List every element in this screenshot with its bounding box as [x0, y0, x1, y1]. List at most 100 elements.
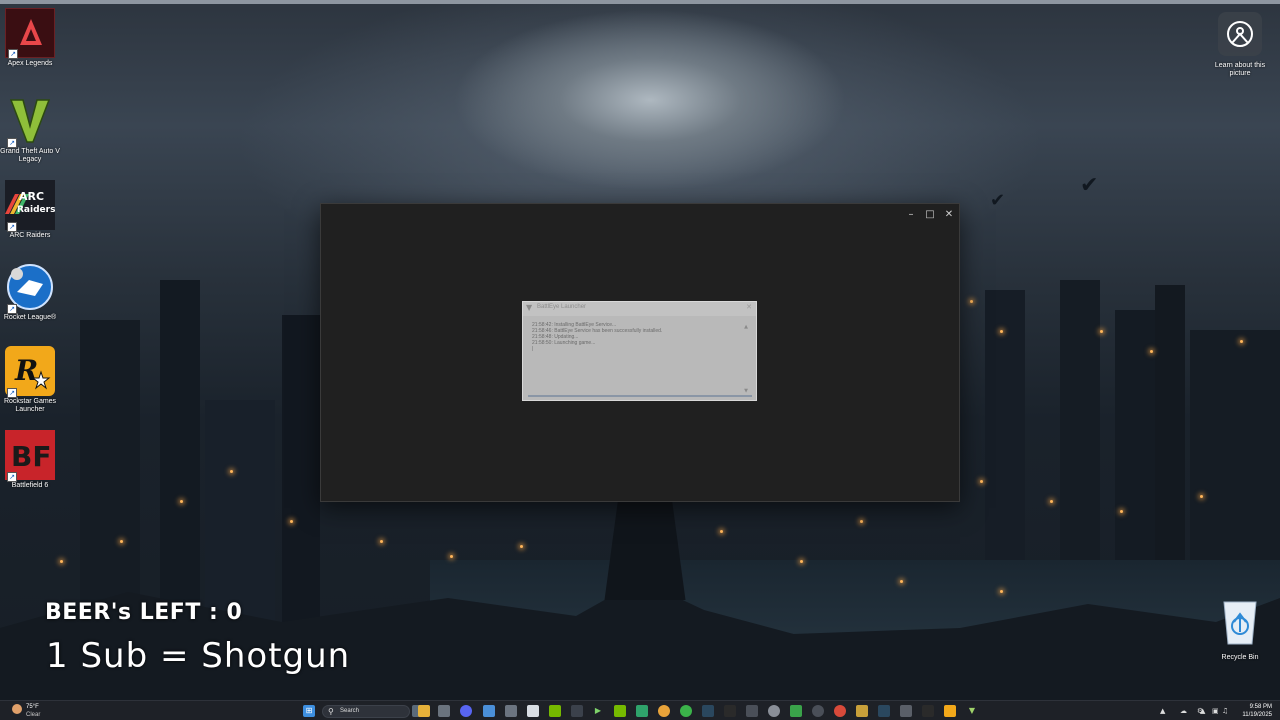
steam-icon[interactable]	[702, 705, 714, 717]
network-icon[interactable]: ▲	[1200, 706, 1205, 716]
wallpaper-top-band	[0, 0, 1280, 4]
desktop-icon-arc-raiders[interactable]: ARC Raiders ↗ ARC Raiders	[0, 180, 60, 240]
app-icon[interactable]	[812, 705, 824, 717]
learn-label: Learn about this picture	[1214, 62, 1266, 77]
launcher-progress-bar	[528, 395, 752, 397]
app-icon[interactable]	[834, 705, 846, 717]
nvidia-icon[interactable]	[549, 705, 561, 717]
app-icon[interactable]	[746, 705, 758, 717]
city-light	[1150, 350, 1153, 353]
desktop-icon-rockstar-launcher[interactable]: R ↗ Rockstar Games Launcher	[0, 346, 60, 414]
city-light	[900, 580, 903, 583]
chrome-icon[interactable]	[658, 705, 670, 717]
search-placeholder: Search	[340, 708, 360, 714]
gta-v-icon: ↗	[5, 96, 55, 148]
city-light	[800, 560, 803, 563]
city-light	[1050, 500, 1053, 503]
app-icon[interactable]	[636, 705, 648, 717]
scroll-down-icon[interactable]: ▼	[744, 388, 748, 394]
dialog-titlebar: ▼ BattlEye Launcher ✕	[523, 302, 756, 316]
dialog-close-icon[interactable]: ✕	[746, 303, 752, 311]
city-light	[1000, 590, 1003, 593]
tray-icon[interactable]: ☁	[1180, 706, 1187, 716]
system-clock[interactable]: 9:58 PM 11/19/2025	[1236, 703, 1272, 719]
discord-icon[interactable]	[460, 705, 472, 717]
steam-icon[interactable]	[878, 705, 890, 717]
svg-text:R: R	[14, 354, 38, 387]
svg-text:Raiders: Raiders	[17, 205, 55, 215]
shortcut-arrow-icon: ↗	[7, 304, 17, 314]
start-button[interactable]: ⊞	[303, 705, 315, 717]
notepad-icon[interactable]	[527, 705, 539, 717]
desktop-icon-rocket-league[interactable]: ↗ Rocket League®	[0, 262, 60, 322]
city-light	[980, 480, 983, 483]
battlefield-6-icon: BF ↗	[5, 430, 55, 482]
desktop-icon-gta-v[interactable]: ↗ Grand Theft Auto V Legacy	[0, 96, 60, 164]
arc-raiders-icon: ARC Raiders ↗	[5, 180, 55, 232]
maximize-button[interactable]: □	[920, 207, 940, 223]
shortcut-arrow-icon: ↗	[7, 222, 17, 232]
settings-icon[interactable]	[505, 705, 517, 717]
file-explorer-icon[interactable]	[418, 705, 430, 717]
tray-icon[interactable]: ▲	[1160, 706, 1165, 716]
play-icon[interactable]: ▶	[592, 705, 604, 717]
apex-legends-icon: ↗	[5, 8, 55, 59]
search-box[interactable]: ⚲ Search	[322, 705, 410, 718]
search-icon: ⚲	[328, 707, 334, 716]
scroll-up-icon[interactable]: ▲	[744, 324, 748, 330]
minimize-button[interactable]: –	[901, 207, 921, 223]
city-light	[380, 540, 383, 543]
nvidia-app-icon[interactable]	[614, 705, 626, 717]
recycle-bin[interactable]: Recycle Bin	[1212, 596, 1268, 661]
weather-temp: 75°F	[26, 704, 39, 710]
app-icon[interactable]	[483, 705, 495, 717]
task-view-icon[interactable]	[438, 705, 450, 717]
shortcut-arrow-icon: ↗	[8, 49, 18, 59]
close-button[interactable]: ✕	[939, 207, 959, 223]
rockstar-icon: R ↗	[5, 346, 55, 398]
city-light	[1120, 510, 1123, 513]
beer-counter-text: BEER's LEFT : 0	[45, 600, 243, 625]
rockstar-icon[interactable]	[944, 705, 956, 717]
city-light	[60, 560, 63, 563]
taskbar: 75°F Clear ⊞ ⚲ Search ▶ ▼ ▲ ☁ ⚙ ▣ ▲ ♫ 9:…	[0, 700, 1280, 720]
app-icon[interactable]	[790, 705, 802, 717]
clock-time: 9:58 PM	[1249, 704, 1272, 710]
svg-text:ARC: ARC	[19, 190, 44, 203]
volume-icon[interactable]: ♫	[1222, 706, 1228, 716]
app-icon[interactable]	[768, 705, 780, 717]
sub-reward-text: 1 Sub = Shotgun	[46, 636, 351, 676]
city-light	[230, 470, 233, 473]
app-icon[interactable]	[856, 705, 868, 717]
dialog-title: BattlEye Launcher	[537, 304, 587, 310]
tray-icon[interactable]: ▣	[1212, 706, 1219, 716]
desktop-icon-label: Rockstar Games Launcher	[3, 398, 57, 413]
dialog-log: 21:58:42: Installing BattlEye Service...…	[532, 322, 742, 352]
camera-pin-icon	[1218, 12, 1262, 56]
moon-weather-icon	[12, 704, 22, 714]
shortcut-arrow-icon: ↗	[7, 472, 17, 482]
city-light	[290, 520, 293, 523]
clock-date: 11/19/2025	[1242, 712, 1272, 718]
city-light	[520, 545, 523, 548]
learn-about-picture[interactable]: Learn about this picture	[1210, 12, 1270, 78]
xbox-icon[interactable]	[680, 705, 692, 717]
epic-games-icon[interactable]	[922, 705, 934, 717]
app-icon[interactable]	[900, 705, 912, 717]
desktop-icon-battlefield-6[interactable]: BF ↗ Battlefield 6	[0, 430, 60, 490]
desktop-icon-label: Battlefield 6	[11, 482, 49, 489]
battleye-icon[interactable]: ▼	[966, 705, 978, 717]
city-light	[1000, 330, 1003, 333]
city-light	[1100, 330, 1103, 333]
epic-games-icon[interactable]	[724, 705, 736, 717]
city-light	[450, 555, 453, 558]
battleye-launcher-dialog[interactable]: ▼ BattlEye Launcher ✕ 21:58:42: Installi…	[522, 301, 757, 401]
app-icon[interactable]	[571, 705, 583, 717]
city-light	[180, 500, 183, 503]
desktop-icon-apex-legends[interactable]: ↗ Apex Legends	[0, 8, 60, 68]
desktop-icon-label: Rocket League®	[3, 314, 57, 321]
desktop-icon-label: Apex Legends	[7, 60, 53, 67]
weather-condition: Clear	[26, 712, 41, 718]
recycle-bin-icon	[1223, 601, 1257, 645]
shortcut-arrow-icon: ↗	[7, 388, 17, 398]
